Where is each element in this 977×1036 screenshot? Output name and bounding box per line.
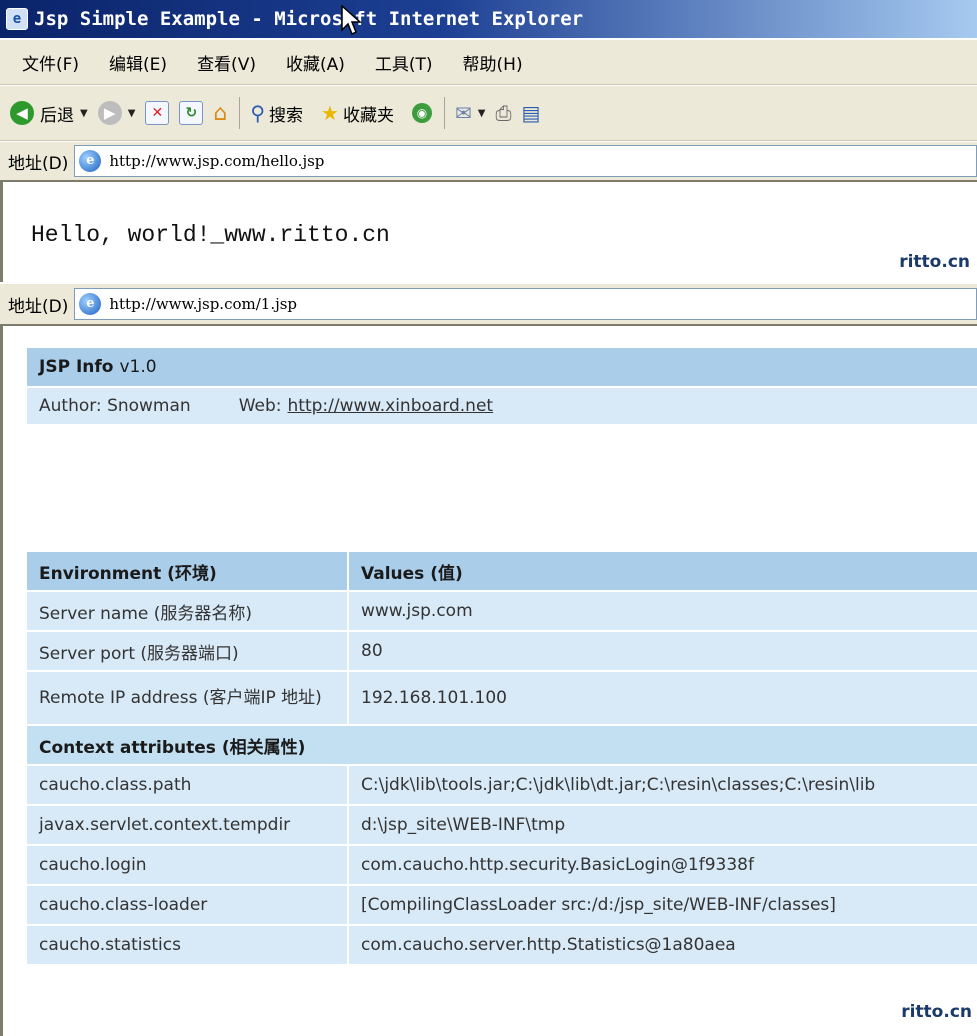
attr-key: caucho.login: [27, 846, 349, 884]
table-row: caucho.class.path C:\jdk\lib\tools.jar;C…: [27, 766, 977, 804]
hello-text: Hello, world!_www.ritto.cn: [31, 222, 390, 248]
window-title: Jsp Simple Example - Microsoft Internet …: [34, 8, 584, 30]
favorites-label: 收藏夹: [342, 105, 394, 126]
row-key: Server port (服务器端口): [27, 632, 349, 670]
web-label: Web:: [238, 396, 282, 416]
address-bar: 地址(D) e http://www.jsp.com/hello.jsp: [0, 142, 977, 182]
print-icon: ⎙: [495, 101, 512, 125]
row-key: Server name (服务器名称): [27, 592, 349, 630]
back-dropdown-icon[interactable]: ▼: [80, 108, 88, 119]
address-bar: 地址(D) e http://www.jsp.com/1.jsp: [0, 284, 977, 326]
info-author-row: Author: Snowman Web: http://www.xinboard…: [27, 388, 977, 424]
table-row: Server port (服务器端口) 80: [27, 632, 977, 670]
edit-button[interactable]: ▤: [521, 101, 540, 125]
author-text: Author: Snowman: [39, 396, 191, 416]
home-icon: ⌂: [213, 100, 228, 126]
header-values: Values (值): [349, 552, 977, 590]
menu-view[interactable]: 查看(V): [197, 50, 256, 75]
attr-key: caucho.statistics: [27, 926, 349, 964]
toolbar: ◀ 后退 ▼ ▶ ▼ ✕ ↻ ⌂ ⚲ 搜索 ★ 收藏夹 ◉ ✉ ▼ ⎙ ▤: [0, 86, 977, 141]
star-icon: ★: [321, 101, 339, 125]
address-url: http://www.jsp.com/hello.jsp: [109, 152, 325, 170]
mouse-cursor-icon: [341, 4, 362, 36]
ie-page-icon: e: [79, 293, 102, 315]
attr-key: caucho.class-loader: [27, 886, 349, 924]
row-value: 80: [349, 632, 977, 670]
menu-tools[interactable]: 工具(T): [375, 50, 433, 75]
jsp-info-box: JSP Info v1.0 Author: Snowman Web: http:…: [27, 348, 977, 424]
media-button[interactable]: ◉: [411, 103, 432, 123]
forward-dropdown-icon[interactable]: ▼: [128, 108, 136, 119]
environment-table: Environment (环境) Values (值) Server name …: [27, 550, 977, 966]
table-row: caucho.statistics com.caucho.server.http…: [27, 926, 977, 964]
info-header: JSP Info v1.0: [27, 348, 977, 386]
attr-value: C:\jdk\lib\tools.jar;C:\jdk\lib\dt.jar;C…: [349, 766, 977, 804]
row-value: www.jsp.com: [349, 592, 977, 630]
page-content: JSP Info v1.0 Author: Snowman Web: http:…: [0, 326, 977, 1036]
table-row: Remote IP address (客户端IP 地址) 192.168.101…: [27, 672, 977, 724]
stop-button[interactable]: ✕: [145, 101, 170, 125]
browser-window-hello: e Jsp Simple Example - Microsoft Interne…: [0, 0, 977, 282]
search-label: 搜索: [269, 105, 304, 126]
search-icon: ⚲: [250, 101, 266, 125]
forward-button[interactable]: ▶ ▼: [97, 101, 136, 125]
info-title: JSP Info: [39, 357, 114, 377]
web-link[interactable]: http://www.xinboard.net: [288, 396, 494, 416]
mail-icon: ✉: [454, 101, 472, 125]
address-url: http://www.jsp.com/1.jsp: [109, 295, 298, 313]
attr-value: [CompilingClassLoader src:/d:/jsp_site/W…: [349, 886, 977, 924]
header-environment: Environment (环境): [27, 552, 349, 590]
ie-window-icon: e: [6, 8, 28, 30]
home-button[interactable]: ⌂: [213, 101, 227, 126]
ie-page-icon: e: [79, 150, 102, 172]
search-button[interactable]: ⚲ 搜索: [250, 101, 303, 126]
refresh-button[interactable]: ↻: [179, 101, 204, 125]
menu-file[interactable]: 文件(F): [22, 50, 79, 75]
address-input[interactable]: e http://www.jsp.com/hello.jsp: [74, 145, 977, 177]
forward-arrow-icon: ▶: [97, 101, 122, 125]
attr-key: javax.servlet.context.tempdir: [27, 806, 349, 844]
attr-value: com.caucho.http.security.BasicLogin@1f93…: [349, 846, 977, 884]
menu-bar: 文件(F) 编辑(E) 查看(V) 收藏(A) 工具(T) 帮助(H): [0, 40, 977, 85]
mail-dropdown-icon[interactable]: ▼: [478, 108, 486, 119]
favorites-button[interactable]: ★ 收藏夹: [321, 101, 394, 126]
toolbar-separator: [239, 97, 241, 129]
table-row: javax.servlet.context.tempdir d:\jsp_sit…: [27, 806, 977, 844]
media-icon: ◉: [411, 103, 432, 123]
title-bar: e Jsp Simple Example - Microsoft Interne…: [0, 0, 977, 38]
stop-icon: ✕: [145, 101, 170, 125]
menu-favorites[interactable]: 收藏(A): [286, 50, 345, 75]
menu-help[interactable]: 帮助(H): [463, 50, 523, 75]
attr-value: d:\jsp_site\WEB-INF\tmp: [349, 806, 977, 844]
browser-window-info: 地址(D) e http://www.jsp.com/1.jsp JSP Inf…: [0, 284, 977, 1036]
table-row: caucho.class-loader [CompilingClassLoade…: [27, 886, 977, 924]
row-value: 192.168.101.100: [349, 672, 977, 724]
back-button[interactable]: ◀ 后退 ▼: [10, 101, 88, 126]
refresh-icon: ↻: [179, 101, 204, 125]
row-key: Remote IP address (客户端IP 地址): [27, 672, 349, 724]
watermark: ritto.cn: [899, 252, 970, 272]
address-label: 地址(D): [8, 296, 69, 317]
info-version: v1.0: [119, 357, 157, 377]
table-row: Server name (服务器名称) www.jsp.com: [27, 592, 977, 630]
section-header-row: Context attributes (相关属性): [27, 726, 977, 764]
attr-key: caucho.class.path: [27, 766, 349, 804]
page-content: Hello, world!_www.ritto.cn ritto.cn: [0, 182, 977, 282]
section-title: Context attributes (相关属性): [27, 726, 977, 764]
table-header-row: Environment (环境) Values (值): [27, 552, 977, 590]
back-arrow-icon: ◀: [10, 101, 34, 125]
address-label: 地址(D): [8, 153, 69, 174]
edit-icon: ▤: [521, 101, 541, 125]
mail-button[interactable]: ✉ ▼: [455, 101, 485, 125]
print-button[interactable]: ⎙: [495, 101, 511, 125]
menu-edit[interactable]: 编辑(E): [109, 50, 167, 75]
back-label: 后退: [40, 105, 74, 126]
watermark: ritto.cn: [901, 1002, 972, 1022]
address-input[interactable]: e http://www.jsp.com/1.jsp: [74, 288, 977, 320]
attr-value: com.caucho.server.http.Statistics@1a80ae…: [349, 926, 977, 964]
table-row: caucho.login com.caucho.http.security.Ba…: [27, 846, 977, 884]
toolbar-separator: [443, 97, 445, 129]
